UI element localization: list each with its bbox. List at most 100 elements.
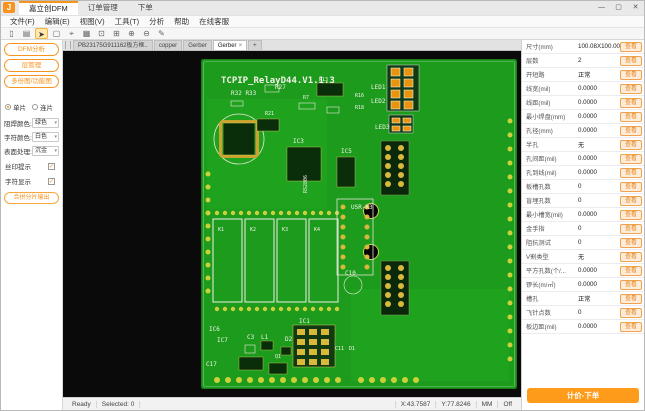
view-button[interactable]: 查看	[620, 126, 642, 136]
property-row: 平方孔数(个/... 0.0000 查看	[522, 264, 644, 278]
property-row: 板边距(mil) 0.0000 查看	[522, 320, 644, 334]
maximize-icon[interactable]: ▢	[610, 1, 627, 15]
property-row: 孔到线(mil) 0.0000 查看	[522, 166, 644, 180]
view-button[interactable]: 查看	[620, 224, 642, 234]
pcb-silkscreen-label: IC1	[299, 318, 310, 325]
sidebar-button[interactable]: DFM分析	[4, 43, 59, 56]
document-tab[interactable]: Gerber	[183, 40, 212, 50]
pcb-silkscreen-label: C17	[206, 361, 217, 368]
view-button[interactable]: 查看	[620, 42, 642, 52]
sidebar-button[interactable]: 多份图/功能图	[4, 75, 59, 88]
zoom-window-icon[interactable]: ⊞	[110, 28, 123, 39]
app-tab[interactable]: 下单	[128, 1, 163, 15]
view-button[interactable]: 查看	[620, 322, 642, 332]
property-value: 0.0000	[578, 323, 620, 330]
pcb-silkscreen-label: K4	[314, 227, 320, 233]
app-tab[interactable]: 嘉立创DFM	[19, 1, 78, 15]
option-select[interactable]: 白色	[32, 132, 59, 142]
pcb-silkscreen-label: LED2	[371, 98, 386, 105]
menu-item[interactable]: 帮助	[169, 16, 194, 27]
pcb-silkscreen-label: R16	[355, 93, 364, 99]
property-row: 层数 2 查看	[522, 54, 644, 68]
measure-icon[interactable]: ⌖	[65, 28, 78, 39]
document-tab[interactable]: copper	[154, 40, 182, 50]
pcb-silkscreen-label: R21	[265, 111, 274, 117]
view-button[interactable]: 查看	[620, 98, 642, 108]
property-value: 0	[578, 197, 620, 204]
minimize-icon[interactable]: —	[593, 1, 610, 15]
zoom-in-icon[interactable]: ⊕	[125, 28, 138, 39]
document-tab[interactable]: Gerber ×	[213, 40, 247, 50]
view-button[interactable]: 查看	[620, 56, 642, 66]
property-label: 线宽(mil)	[526, 84, 578, 93]
view-button[interactable]: 查看	[620, 294, 642, 304]
checkbox-icon[interactable]: ✓	[48, 163, 55, 170]
menu-item[interactable]: 视图(V)	[75, 16, 110, 27]
menu-item[interactable]: 文件(F)	[5, 16, 40, 27]
document-tab[interactable]: +	[248, 40, 262, 50]
option-select[interactable]: 绿色	[32, 118, 59, 128]
attach-icon[interactable]: ✎	[155, 28, 168, 39]
view-button[interactable]: 查看	[620, 84, 642, 94]
fit-view-icon[interactable]: ⊡	[95, 28, 108, 39]
view-button[interactable]: 查看	[620, 182, 642, 192]
property-value: 0.0000	[578, 211, 620, 218]
view-button[interactable]: 查看	[620, 140, 642, 150]
pcb-silkscreen-label: IC7	[217, 337, 228, 344]
option-select[interactable]: 沉金	[32, 146, 59, 156]
view-button[interactable]: 查看	[620, 280, 642, 290]
checkbox-icon[interactable]: ✓	[48, 178, 55, 185]
app-window: J 嘉立创DFM订单管理下单 — ▢ ✕ 文件(F)编辑(E)视图(V)工具(T…	[0, 0, 645, 411]
zoom-out-icon[interactable]: ⊖	[140, 28, 153, 39]
view-button[interactable]: 查看	[620, 112, 642, 122]
pcb-silkscreen-label: C10	[345, 270, 356, 277]
menu-item[interactable]: 工具(T)	[110, 16, 145, 27]
view-button[interactable]: 查看	[620, 308, 642, 318]
tab-scroll-handle[interactable]	[65, 41, 71, 49]
property-value: 无	[578, 252, 620, 261]
radio-option[interactable]: 单片	[5, 102, 26, 112]
pcb-board: TCPIP_RelayD44.V1.1.3R32 R33R27R21R13R7L…	[201, 59, 517, 389]
app-tab[interactable]: 订单管理	[78, 1, 128, 15]
pcb-silkscreen-label: K3	[282, 227, 288, 233]
split-output-button[interactable]: 合拼分片输出	[4, 192, 59, 204]
cursor-select-icon[interactable]: ➤	[35, 28, 48, 39]
new-file-icon[interactable]: ▯	[5, 28, 18, 39]
titlebar: J 嘉立创DFM订单管理下单 — ▢ ✕	[1, 1, 644, 15]
property-row: 线距(mil) 0.0000 查看	[522, 96, 644, 110]
view-button[interactable]: 查看	[620, 238, 642, 248]
view-button[interactable]: 查看	[620, 196, 642, 206]
option-row: 表面处理: 沉金	[4, 146, 59, 156]
menu-item[interactable]: 在线客服	[194, 16, 234, 27]
sidebar-button[interactable]: 层管理	[4, 59, 59, 72]
menu-item[interactable]: 编辑(E)	[40, 16, 75, 27]
property-value: 0.0000	[578, 127, 620, 134]
view-button[interactable]: 查看	[620, 154, 642, 164]
menu-item[interactable]: 分析	[144, 16, 169, 27]
property-label: 半孔	[526, 140, 578, 149]
document-tab[interactable]: PB23175G911162板方框..	[73, 40, 153, 50]
pcb-silkscreen-label: R27	[275, 84, 286, 91]
price-order-button[interactable]: 计价-下单	[527, 388, 639, 403]
property-label: 板槽孔数	[526, 182, 578, 191]
print-icon[interactable]: ▤	[20, 28, 33, 39]
view-button[interactable]: 查看	[620, 252, 642, 262]
radio-option[interactable]: 连片	[32, 102, 53, 112]
view-button[interactable]: 查看	[620, 266, 642, 276]
app-tabs: 嘉立创DFM订单管理下单	[19, 1, 163, 15]
property-row: 尺寸(mm) 100.08X100.00 查看	[522, 40, 644, 54]
property-value: 无	[578, 140, 620, 149]
marquee-select-icon[interactable]: ▢	[50, 28, 63, 39]
view-button[interactable]: 查看	[620, 168, 642, 178]
close-icon[interactable]: ✕	[627, 1, 644, 15]
property-label: 飞针点数	[526, 308, 578, 317]
grid-view-icon[interactable]: ▦	[80, 28, 93, 39]
tab-close-icon[interactable]: ×	[239, 41, 243, 51]
toolbar: ▯▤➤▢⌖▦⊡⊞⊕⊖✎	[1, 27, 644, 40]
pcb-silkscreen-label: D1	[349, 346, 355, 352]
view-button[interactable]: 查看	[620, 70, 642, 80]
property-row: 锣长(m/㎡) 0.0000 查看	[522, 278, 644, 292]
gerber-canvas[interactable]: TCPIP_RelayD44.V1.1.3R32 R33R27R21R13R7L…	[63, 51, 521, 397]
property-label: 孔径(mm)	[526, 126, 578, 135]
view-button[interactable]: 查看	[620, 210, 642, 220]
